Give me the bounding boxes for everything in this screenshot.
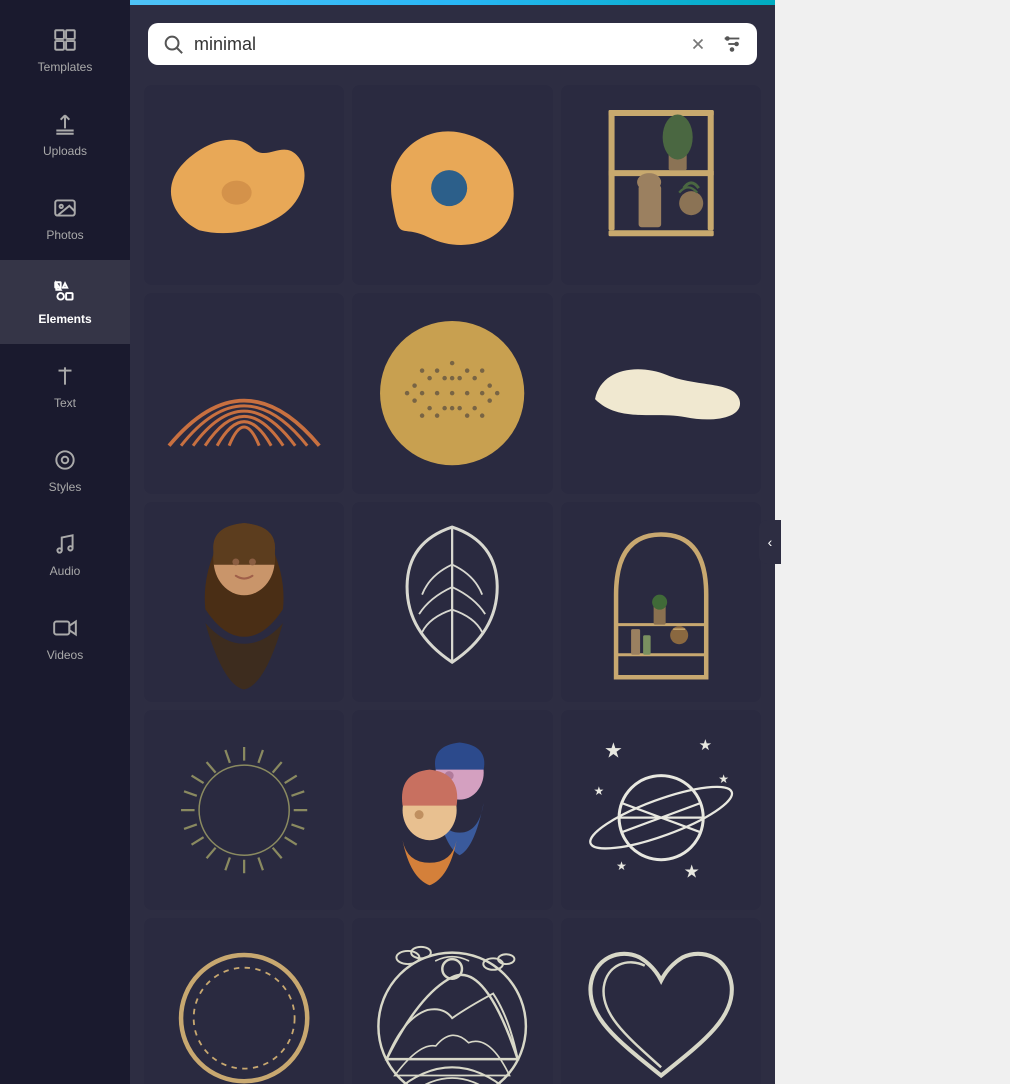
sidebar-label-photos: Photos bbox=[46, 228, 83, 242]
sidebar-item-elements[interactable]: Elements bbox=[0, 260, 130, 344]
uploads-icon bbox=[51, 110, 79, 138]
grid-item-5[interactable] bbox=[352, 293, 552, 493]
grid-item-1[interactable] bbox=[144, 85, 344, 285]
sidebar-item-audio[interactable]: Audio bbox=[0, 512, 130, 596]
grid-item-8[interactable] bbox=[352, 502, 552, 702]
elements-icon bbox=[51, 278, 79, 306]
sidebar: Templates Uploads Photos bbox=[0, 0, 130, 1084]
sidebar-label-videos: Videos bbox=[47, 648, 83, 662]
grid-item-10[interactable] bbox=[144, 710, 344, 910]
sidebar-item-videos[interactable]: Videos bbox=[0, 596, 130, 680]
collapse-panel-button[interactable]: ‹ bbox=[759, 520, 781, 564]
sidebar-item-styles[interactable]: Styles bbox=[0, 428, 130, 512]
grid-item-3[interactable] bbox=[561, 85, 761, 285]
grid-item-14[interactable] bbox=[352, 918, 552, 1084]
sidebar-label-elements: Elements bbox=[38, 312, 91, 326]
text-icon bbox=[51, 362, 79, 390]
grid-item-4[interactable] bbox=[144, 293, 344, 493]
grid-item-6[interactable] bbox=[561, 293, 761, 493]
search-input[interactable] bbox=[194, 34, 679, 55]
svg-text:★: ★ bbox=[698, 737, 711, 754]
grid-item-15[interactable] bbox=[561, 918, 761, 1084]
grid-item-13[interactable] bbox=[144, 918, 344, 1084]
svg-text:★: ★ bbox=[593, 784, 604, 798]
photos-icon bbox=[51, 194, 79, 222]
search-filter-button[interactable] bbox=[721, 33, 743, 55]
sidebar-item-photos[interactable]: Photos bbox=[0, 176, 130, 260]
grid-item-7[interactable] bbox=[144, 502, 344, 702]
grid-item-11[interactable] bbox=[352, 710, 552, 910]
svg-text:★: ★ bbox=[683, 862, 699, 882]
audio-icon bbox=[51, 530, 79, 558]
svg-text:★: ★ bbox=[616, 859, 627, 873]
grid-item-2[interactable] bbox=[352, 85, 552, 285]
svg-text:★: ★ bbox=[718, 772, 729, 786]
styles-icon bbox=[51, 446, 79, 474]
search-clear-button[interactable] bbox=[689, 35, 707, 53]
grid-item-9[interactable] bbox=[561, 502, 761, 702]
sidebar-item-uploads[interactable]: Uploads bbox=[0, 92, 130, 176]
sidebar-item-text[interactable]: Text bbox=[0, 344, 130, 428]
sidebar-label-uploads: Uploads bbox=[43, 144, 87, 158]
sidebar-label-text: Text bbox=[54, 396, 76, 410]
main-panel: ★ ★ ★ ★ ★ ★ bbox=[130, 0, 775, 1084]
grid-item-12[interactable]: ★ ★ ★ ★ ★ ★ bbox=[561, 710, 761, 910]
items-grid: ★ ★ ★ ★ ★ ★ bbox=[144, 85, 761, 1084]
search-box bbox=[148, 23, 757, 65]
search-icon bbox=[162, 33, 184, 55]
sidebar-label-audio: Audio bbox=[50, 564, 81, 578]
svg-text:★: ★ bbox=[604, 740, 623, 763]
videos-icon bbox=[51, 614, 79, 642]
elements-grid-area: ★ ★ ★ ★ ★ ★ bbox=[130, 77, 775, 1084]
sidebar-item-templates[interactable]: Templates bbox=[0, 8, 130, 92]
right-panel: ‹ bbox=[775, 0, 1010, 1084]
templates-icon bbox=[51, 26, 79, 54]
search-area bbox=[130, 5, 775, 77]
sidebar-label-templates: Templates bbox=[38, 60, 93, 74]
sidebar-label-styles: Styles bbox=[49, 480, 82, 494]
